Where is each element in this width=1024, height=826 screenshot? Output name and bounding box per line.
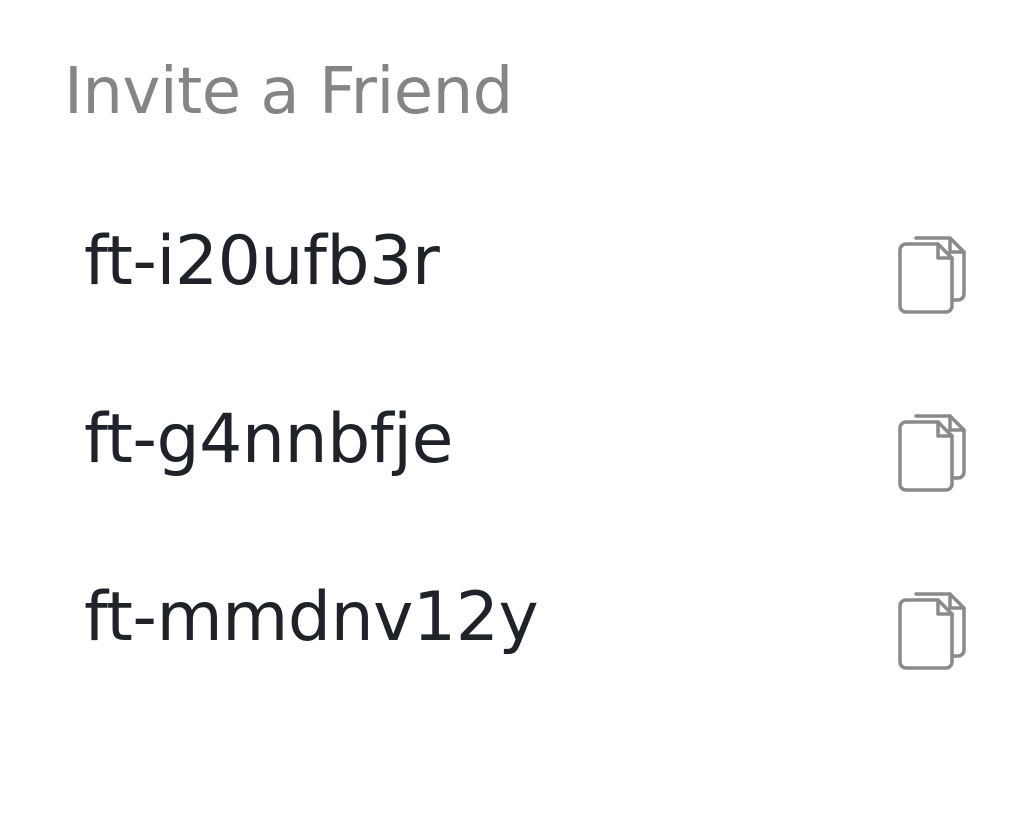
copy-icon — [898, 414, 966, 492]
invite-code-row: ft-mmdnv12y — [0, 568, 1024, 670]
invite-heading: Invite a Friend — [64, 55, 513, 129]
invite-code-text: ft-i20ufb3r — [84, 222, 440, 301]
invite-friend-panel: Invite a Friend ft-i20ufb3r ft-g4nnbfje — [0, 0, 1024, 826]
invite-code-row: ft-g4nnbfje — [0, 390, 1024, 492]
copy-code-button[interactable] — [888, 400, 980, 492]
invite-code-text: ft-mmdnv12y — [84, 578, 539, 657]
copy-icon — [898, 236, 966, 314]
invite-code-row: ft-i20ufb3r — [0, 212, 1024, 314]
invite-code-text: ft-g4nnbfje — [84, 400, 453, 479]
copy-code-button[interactable] — [888, 578, 980, 670]
copy-icon — [898, 592, 966, 670]
copy-code-button[interactable] — [888, 222, 980, 314]
